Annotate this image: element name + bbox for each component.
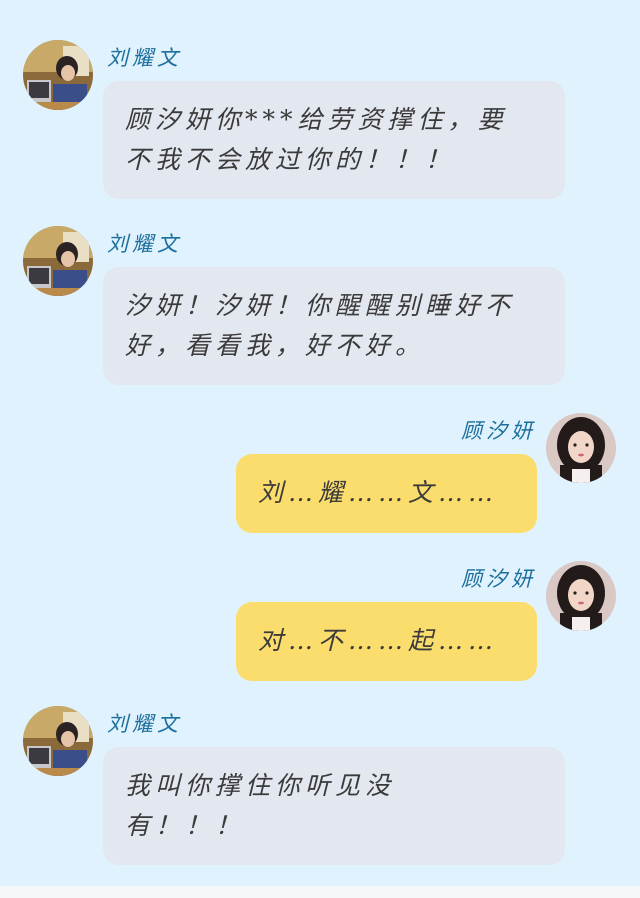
- avatar-boy-laptop-icon: [23, 40, 93, 110]
- avatar-girl-icon: [546, 413, 616, 483]
- message-bubble: 汐妍！汐妍！你醒醒别睡好不好，看看我，好不好。: [103, 267, 565, 385]
- sender-name: 顾汐妍: [461, 419, 536, 443]
- message-bubble: 我叫你撑住你听见没有！！！: [103, 747, 565, 865]
- sender-name: 刘耀文: [107, 232, 182, 256]
- avatar-boy-laptop-icon: [23, 226, 93, 296]
- chat-area: 刘耀文 顾汐妍你***给劳资撑住，要不我不会放过你的！！！ 刘耀文 汐妍！汐妍！…: [0, 0, 640, 886]
- sender-name: 刘耀文: [107, 712, 182, 736]
- sender-name: 顾汐妍: [461, 567, 536, 591]
- message-bubble: 对…不……起……: [236, 602, 537, 681]
- bottom-strip: [0, 886, 640, 898]
- avatar-gu-xiyan[interactable]: [546, 413, 616, 483]
- message-bubble: 刘…耀……文……: [236, 454, 537, 533]
- avatar-liu-yaowen[interactable]: [23, 706, 93, 776]
- avatar-boy-laptop-icon: [23, 706, 93, 776]
- avatar-girl-icon: [546, 561, 616, 631]
- avatar-liu-yaowen[interactable]: [23, 40, 93, 110]
- avatar-gu-xiyan[interactable]: [546, 561, 616, 631]
- sender-name: 刘耀文: [107, 46, 182, 70]
- message-bubble: 顾汐妍你***给劳资撑住，要不我不会放过你的！！！: [103, 81, 565, 199]
- avatar-liu-yaowen[interactable]: [23, 226, 93, 296]
